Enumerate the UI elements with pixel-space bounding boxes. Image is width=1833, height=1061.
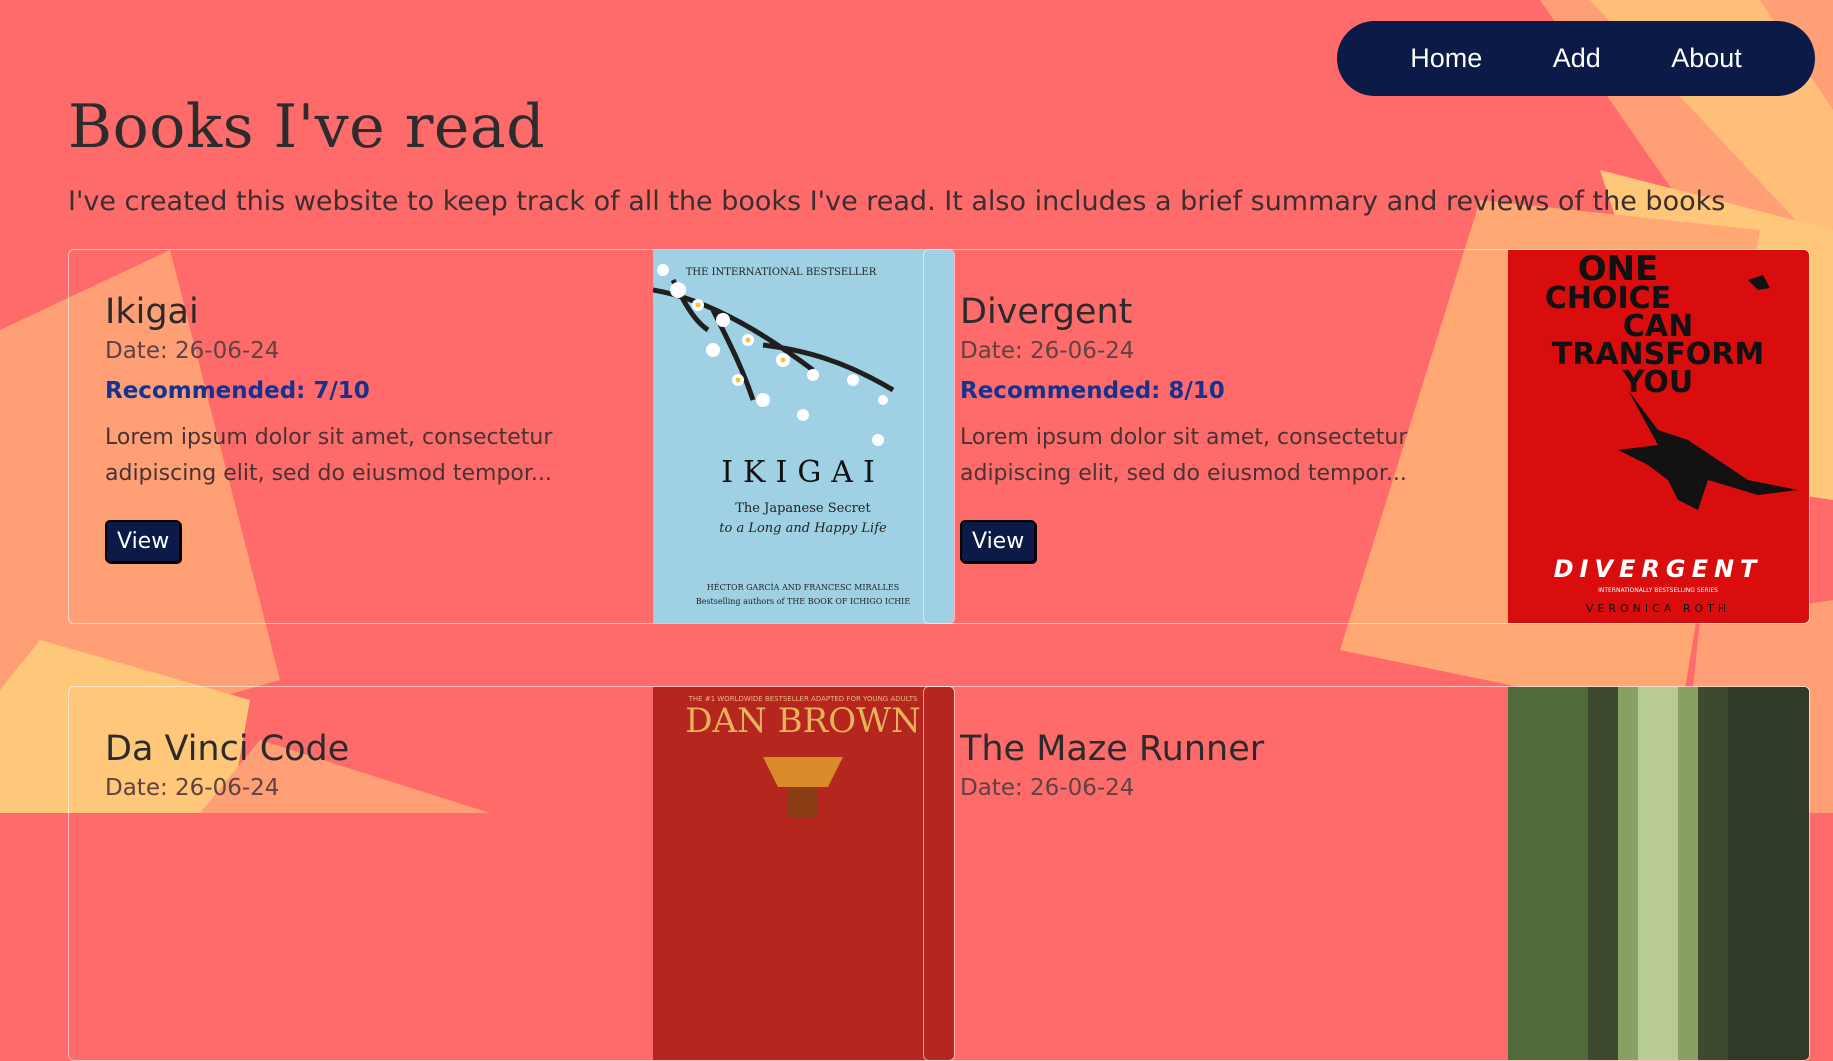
cover-title: IKIGAI [721,455,885,490]
book-card-body: Ikigai Date: 26-06-24 Recommended: 7/10 … [105,292,575,563]
nav-about-link[interactable]: About [1671,43,1742,74]
book-date: Date: 26-06-24 [960,775,1135,801]
cover-art [1508,687,1809,1060]
cover-series: INTERNATIONALLY BESTSELLING SERIES [1598,587,1718,594]
book-date: Date: 26-06-24 [105,775,280,801]
cover-author: VERONICA ROTH [1586,602,1730,615]
book-date: Date: 26-06-24 [960,338,1135,364]
cover-art: THE #1 WORLDWIDE BESTSELLER ADAPTED FOR … [653,687,954,1060]
view-button[interactable]: View [105,520,182,563]
book-card-body: The Maze Runner Date: 26-06-24 [960,729,1430,801]
book-cover-divergent: ONE CHOICE CAN TRANSFORM YOU DIVERGENT I… [1508,250,1809,623]
cover-subtitle-2: to a Long and Happy Life [719,521,887,536]
page-subtitle: I've created this website to keep track … [68,186,1726,217]
book-card-divergent: Divergent Date: 26-06-24 Recommended: 8/… [923,249,1810,624]
book-description: Lorem ipsum dolor sit amet, consectetur … [960,425,1408,486]
book-recommendation: Recommended: 7/10 [105,378,370,404]
book-title: Ikigai [105,292,199,332]
cover-subtitle-1: The Japanese Secret [735,501,871,516]
book-title: Da Vinci Code [105,729,350,769]
nav-add-link[interactable]: Add [1553,43,1601,74]
book-cover-da-vinci-code: THE #1 WORLDWIDE BESTSELLER ADAPTED FOR … [653,687,954,1060]
cover-authors: HÉCTOR GARCÍA AND FRANCESC MIRALLES [707,583,899,592]
cover-art: THE INTERNATIONAL BESTSELLER IKIGAI The … [653,250,954,623]
cover-top-line: THE INTERNATIONAL BESTSELLER [686,267,877,278]
book-card-the-maze-runner: The Maze Runner Date: 26-06-24 [923,686,1810,1061]
book-card-body: Da Vinci Code Date: 26-06-24 [105,729,575,801]
book-card-body: Divergent Date: 26-06-24 Recommended: 8/… [960,292,1430,563]
cover-tagline-5: YOU [1622,365,1694,400]
top-navigation: Home Add About [1337,21,1815,96]
view-button[interactable]: View [960,520,1037,563]
book-cover-ikigai: THE INTERNATIONAL BESTSELLER IKIGAI The … [653,250,954,623]
book-description: Lorem ipsum dolor sit amet, consectetur … [105,425,553,486]
cover-art: ONE CHOICE CAN TRANSFORM YOU DIVERGENT I… [1508,250,1809,623]
cover-author: DAN BROWN [685,701,921,741]
cover-title: DIVERGENT [1554,555,1763,583]
nav-home-link[interactable]: Home [1410,43,1482,74]
book-cover-the-maze-runner [1508,687,1809,1060]
book-title: Divergent [960,292,1133,332]
cover-footer: Bestselling authors of THE BOOK OF ICHIG… [696,597,911,606]
book-date: Date: 26-06-24 [105,338,280,364]
book-title: The Maze Runner [960,729,1265,769]
book-card-da-vinci-code: Da Vinci Code Date: 26-06-24 THE #1 WORL… [68,686,955,1061]
book-card-ikigai: Ikigai Date: 26-06-24 Recommended: 7/10 … [68,249,955,624]
page-title: Books I've read [68,92,546,162]
book-recommendation: Recommended: 8/10 [960,378,1225,404]
